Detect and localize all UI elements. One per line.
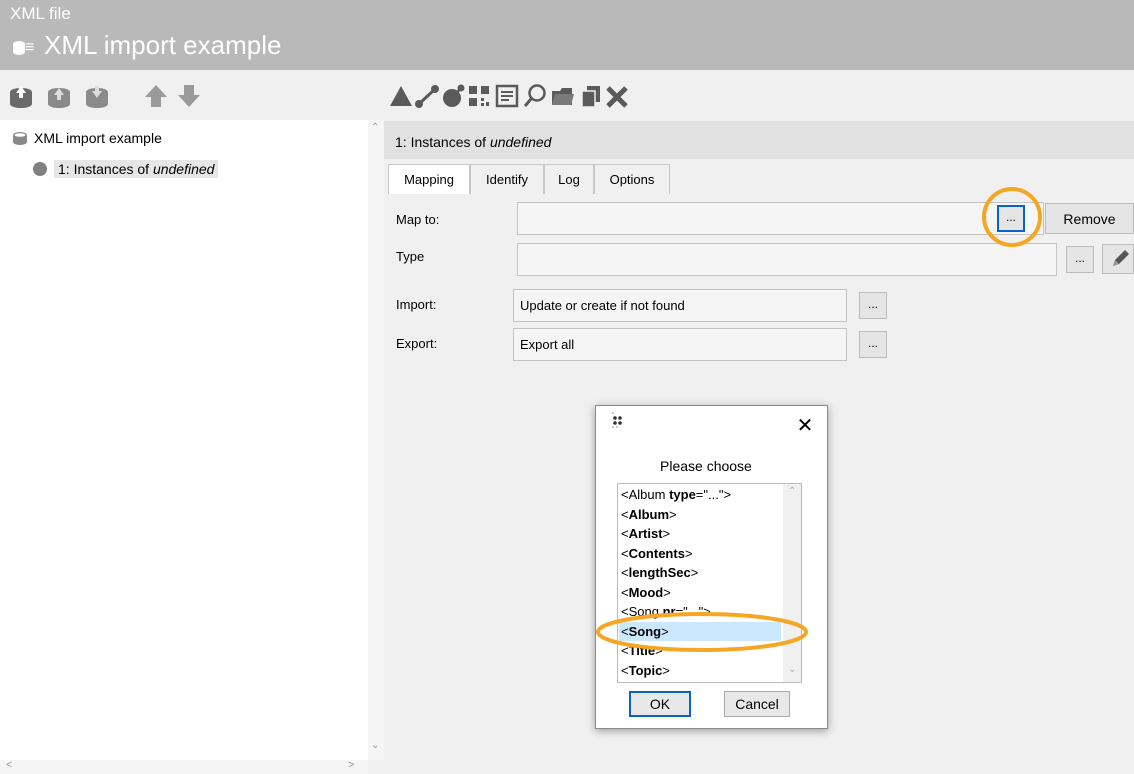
scroll-left-icon[interactable]: <: [6, 759, 12, 771]
app-icon: [612, 412, 622, 428]
list-scroll-down-icon[interactable]: ⌄: [788, 664, 796, 675]
tree-child-prefix: 1: Instances of: [58, 161, 153, 177]
list-item[interactable]: <Contents>: [621, 544, 781, 563]
list-scrollbar[interactable]: ⌃ ⌄: [783, 484, 801, 682]
map-to-browse-button[interactable]: ...: [997, 205, 1025, 232]
tree-child-item[interactable]: 1: Instances of undefined: [32, 160, 219, 178]
list-item[interactable]: <Album>: [621, 505, 781, 524]
map-to-label: Map to:: [396, 212, 440, 227]
node-icon[interactable]: [440, 82, 466, 110]
list-item[interactable]: <Topic>: [621, 661, 781, 680]
scroll-up-icon[interactable]: ⌃: [371, 122, 379, 133]
list-item[interactable]: <Title>: [621, 641, 781, 660]
document-icon[interactable]: [494, 82, 520, 110]
list-item[interactable]: <Mood>: [621, 583, 781, 602]
delete-icon[interactable]: [604, 82, 630, 110]
panel-title-prefix: 1: Instances of: [395, 134, 490, 150]
circle-icon: [33, 162, 47, 176]
tree-vertical-scrollbar[interactable]: ⌃ ⌄: [368, 120, 384, 760]
panel-title: 1: Instances of undefined: [395, 134, 551, 150]
copy-icon[interactable]: [578, 82, 604, 110]
qr-icon[interactable]: [466, 82, 492, 110]
tree-horizontal-scrollbar[interactable]: < >: [0, 759, 368, 774]
tree-root-label: XML import example: [34, 130, 162, 146]
pencil-icon: [1113, 250, 1129, 266]
database-icon: [13, 41, 25, 55]
export-label: Export:: [396, 336, 438, 351]
scroll-right-icon[interactable]: >: [348, 759, 354, 771]
triangle-icon[interactable]: [388, 82, 414, 110]
tab-identify[interactable]: Identify: [470, 164, 544, 194]
tree-panel: [0, 120, 368, 774]
import-db-icon[interactable]: [8, 82, 34, 110]
export-browse-button[interactable]: ...: [859, 331, 887, 358]
tree-child-label: 1: Instances of undefined: [54, 160, 219, 178]
list-scroll-up-icon[interactable]: ⌃: [788, 486, 796, 497]
import-label: Import:: [396, 297, 437, 312]
remove-button[interactable]: Remove: [1045, 203, 1134, 234]
panel-title-italic: undefined: [489, 134, 552, 150]
tree-child-italic: undefined: [152, 161, 215, 177]
move-down-icon[interactable]: [176, 82, 202, 110]
map-to-field[interactable]: [517, 202, 1044, 235]
list-item[interactable]: <Artist>: [621, 524, 781, 543]
dialog-prompt: Please choose: [660, 458, 752, 474]
header-title: XML import example: [44, 30, 282, 60]
tab-mapping[interactable]: Mapping: [388, 164, 470, 194]
tab-options[interactable]: Options: [594, 164, 670, 194]
move-up-icon[interactable]: [143, 82, 169, 110]
type-field[interactable]: [517, 243, 1057, 276]
database-icon: [13, 132, 27, 145]
folder-icon[interactable]: [550, 82, 576, 110]
menu-icon[interactable]: ≡: [25, 39, 34, 57]
download-db-icon[interactable]: [84, 82, 110, 110]
type-browse-button[interactable]: ...: [1066, 246, 1094, 273]
import-browse-button[interactable]: ...: [859, 292, 887, 319]
scroll-down-icon[interactable]: ⌄: [371, 740, 379, 751]
header-subtitle: XML file: [10, 4, 71, 23]
ok-button[interactable]: OK: [629, 691, 691, 717]
type-label: Type: [396, 249, 425, 264]
export-field[interactable]: Export all: [513, 328, 847, 361]
list-item[interactable]: <Album type="...">: [621, 485, 781, 504]
tab-log[interactable]: Log: [544, 164, 594, 194]
list-item[interactable]: <Song>: [621, 622, 781, 641]
upload-db-icon[interactable]: [46, 82, 72, 110]
tree-root-item[interactable]: XML import example: [12, 130, 162, 146]
link-icon[interactable]: [414, 82, 440, 110]
list-item[interactable]: <Song nr="...">: [621, 602, 781, 621]
list-item[interactable]: <lengthSec>: [621, 563, 781, 582]
edit-type-button[interactable]: [1102, 244, 1134, 274]
import-field[interactable]: Update or create if not found: [513, 289, 847, 322]
dialog-close-icon[interactable]: ✕: [795, 413, 815, 438]
search-icon[interactable]: [522, 82, 548, 110]
cancel-button[interactable]: Cancel: [724, 691, 790, 717]
